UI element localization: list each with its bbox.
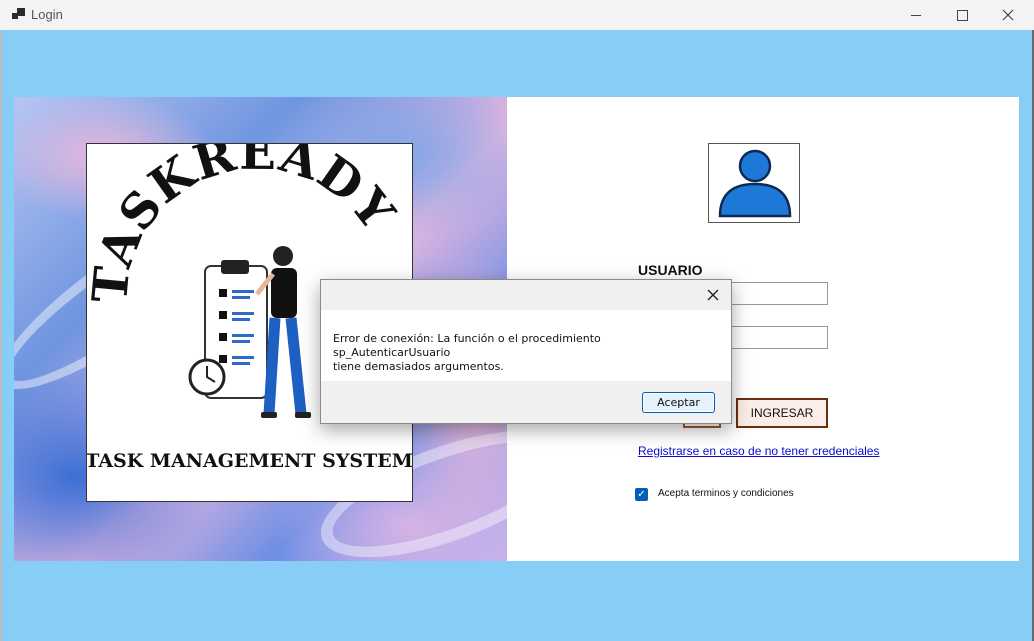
checkmark-icon: ✓ (637, 489, 646, 500)
app-window-icon (12, 8, 26, 22)
usuario-label: USUARIO (638, 262, 703, 278)
user-avatar-image (708, 143, 800, 223)
window-titlebar: Login (0, 0, 1034, 30)
terms-checkbox[interactable]: ✓ (635, 488, 648, 501)
dialog-message-line2: tiene demasiados argumentos. (333, 360, 504, 373)
terms-label: Acepta terminos y condiciones (658, 488, 794, 499)
dialog-message: Error de conexión: La función o el proce… (333, 332, 713, 374)
user-icon (718, 149, 792, 218)
ingresar-button[interactable]: INGRESAR (736, 398, 828, 428)
password-input[interactable] (730, 326, 828, 349)
dialog-message-line1: Error de conexión: La función o el proce… (333, 332, 601, 359)
dialog-close-button[interactable] (701, 283, 725, 307)
dialog-footer: Aceptar (321, 381, 731, 423)
window-title: Login (31, 7, 63, 22)
maximize-icon (956, 9, 968, 21)
minimize-button[interactable] (893, 0, 939, 30)
usuario-input[interactable] (730, 282, 828, 305)
dialog-titlebar (321, 280, 731, 310)
error-dialog: Error de conexión: La función o el proce… (320, 279, 732, 424)
close-icon (707, 289, 719, 301)
close-window-button[interactable] (985, 0, 1031, 30)
close-icon (1002, 9, 1014, 21)
logo-subtitle-text: TASK MANAGEMENT SYSTEM (87, 450, 412, 472)
aceptar-button[interactable]: Aceptar (642, 392, 715, 413)
minimize-icon (911, 14, 921, 16)
register-link[interactable]: Registrarse en caso de no tener credenci… (638, 444, 879, 458)
maximize-button[interactable] (939, 0, 985, 30)
